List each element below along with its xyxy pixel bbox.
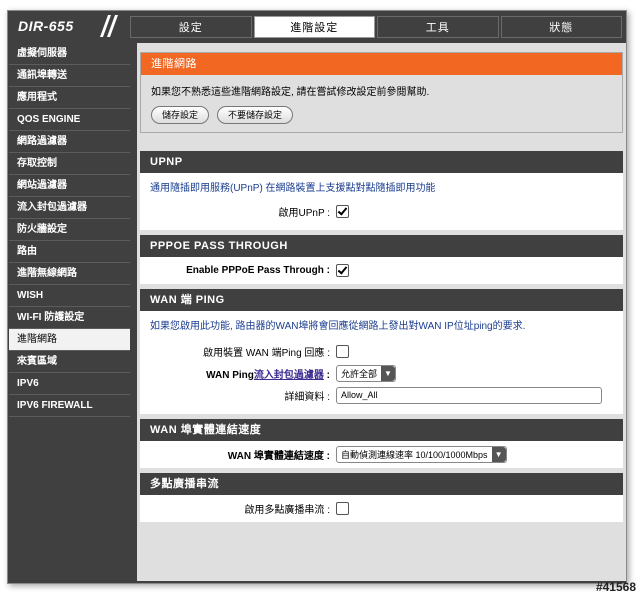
wan-ping-filter-select[interactable]: 允許全部 ▼ bbox=[336, 364, 397, 382]
upnp-section: UPNP 通用隨插即用服務(UPnP) 在網路裝置上支援點對點隨插即用功能 啟用… bbox=[140, 151, 623, 230]
wan-ping-filter-prefix: WAN Ping bbox=[206, 369, 254, 381]
wan-ping-enable-row: 啟用裝置 WAN 端Ping 回應 : bbox=[150, 340, 613, 362]
pppoe-title: PPPOE PASS THROUGH bbox=[140, 235, 623, 257]
multicast-enable-row: 啟用多點廣播串流 : bbox=[150, 497, 613, 519]
pppoe-enable-checkbox[interactable] bbox=[336, 263, 349, 277]
upnp-description: 通用隨插即用服務(UPnP) 在網路裝置上支援點對點隨插即用功能 bbox=[150, 183, 436, 194]
sidebar-item-ipv6[interactable]: IPV6 bbox=[9, 373, 130, 395]
multicast-section: 多點廣播串流 啟用多點廣播串流 : bbox=[140, 473, 623, 522]
sidebar-item-inbound-filter[interactable]: 流入封包過濾器 bbox=[9, 197, 130, 219]
pppoe-section: PPPOE PASS THROUGH Enable PPPoE Pass Thr… bbox=[140, 235, 623, 284]
wan-ping-details-row: 詳細資料 : Allow_All bbox=[150, 384, 613, 406]
wan-ping-filter-value: 允許全部 bbox=[341, 368, 378, 379]
pppoe-enable-label: Enable PPPoE Pass Through : bbox=[186, 264, 330, 276]
tab-tools[interactable]: 工具 bbox=[377, 16, 499, 38]
sidebar-item-qos-engine[interactable]: QOS ENGINE bbox=[9, 109, 130, 131]
save-settings-button[interactable]: 儲存設定 bbox=[151, 106, 210, 124]
dropdown-arrow-icon: ▼ bbox=[491, 446, 506, 462]
sidebar-item-website-filter[interactable]: 網站過濾器 bbox=[9, 175, 130, 197]
upnp-title: UPNP bbox=[140, 151, 623, 173]
wan-speed-label: WAN 埠實體連結速度 : bbox=[227, 450, 330, 462]
intro-body: 如果您不熟悉這些進階網路設定, 請在嘗試修改設定前參閱幫助. 儲存設定 不要儲存設… bbox=[141, 75, 622, 132]
router-window: DIR-655 設定 進階設定 工具 狀態 虛擬伺服器 通訊埠轉送 應用程式 Q… bbox=[7, 10, 627, 584]
top-bar: DIR-655 設定 進階設定 工具 狀態 bbox=[8, 11, 626, 41]
sidebar-item-guest-zone[interactable]: 來賓區域 bbox=[9, 351, 130, 373]
wan-speed-title: WAN 埠實體連結速度 bbox=[140, 419, 623, 441]
wan-speed-value: 自動偵測連線速率 10/100/1000Mbps bbox=[341, 449, 488, 460]
dropdown-arrow-icon: ▼ bbox=[381, 365, 396, 381]
dont-save-button[interactable]: 不要儲存設定 bbox=[217, 106, 294, 124]
pppoe-enable-row: Enable PPPoE Pass Through : bbox=[150, 259, 613, 281]
sidebar-item-port-forwarding[interactable]: 通訊埠轉送 bbox=[9, 65, 130, 87]
inbound-filter-link[interactable]: 流入封包過濾器 bbox=[254, 370, 324, 381]
main-content: 進階網路 如果您不熟悉這些進階網路設定, 請在嘗試修改設定前參閱幫助. 儲存設定… bbox=[137, 43, 626, 581]
wan-speed-section: WAN 埠實體連結速度 WAN 埠實體連結速度 : 自動偵測連線速率 10/10… bbox=[140, 419, 623, 468]
wan-ping-filter-row: WAN Ping流入封包過濾器 : 允許全部 ▼ bbox=[150, 362, 613, 384]
wan-speed-select[interactable]: 自動偵測連線速率 10/100/1000Mbps ▼ bbox=[336, 445, 507, 463]
sidebar-item-wish[interactable]: WISH bbox=[9, 285, 130, 307]
wan-ping-details-label: 詳細資料 : bbox=[284, 391, 330, 403]
wan-ping-details-field[interactable]: Allow_All bbox=[336, 386, 602, 404]
sidebar-item-firewall-settings[interactable]: 防火牆設定 bbox=[9, 219, 130, 241]
multicast-enable-label: 啟用多點廣播串流 : bbox=[244, 504, 330, 516]
tab-advanced[interactable]: 進階設定 bbox=[253, 16, 375, 38]
sidebar-item-network-filter[interactable]: 網路過濾器 bbox=[9, 131, 130, 153]
multicast-enable-checkbox[interactable] bbox=[336, 501, 349, 515]
watermark-id: #41568 bbox=[595, 580, 636, 594]
sidebar: 虛擬伺服器 通訊埠轉送 應用程式 QOS ENGINE 網路過濾器 存取控制 網… bbox=[9, 43, 130, 417]
multicast-body: 啟用多點廣播串流 : bbox=[140, 495, 623, 522]
intro-title: 進階網路 bbox=[141, 53, 622, 75]
intro-text: 如果您不熟悉這些進階網路設定, 請在嘗試修改設定前參閱幫助. bbox=[151, 87, 430, 98]
wan-ping-enable-label: 啟用裝置 WAN 端Ping 回應 : bbox=[203, 347, 330, 359]
sidebar-item-routing[interactable]: 路由 bbox=[9, 241, 130, 263]
wan-ping-enable-checkbox[interactable] bbox=[336, 344, 349, 358]
tab-status[interactable]: 狀態 bbox=[500, 16, 622, 38]
sidebar-item-advanced-wireless[interactable]: 進階無線網路 bbox=[9, 263, 130, 285]
wan-ping-filter-label: WAN Ping流入封包過濾器 : bbox=[150, 366, 336, 381]
tab-setup[interactable]: 設定 bbox=[130, 16, 252, 38]
wan-speed-row: WAN 埠實體連結速度 : 自動偵測連線速率 10/100/1000Mbps ▼ bbox=[150, 443, 613, 465]
sidebar-item-advanced-network[interactable]: 進階網路 bbox=[9, 329, 130, 351]
wan-ping-title: WAN 端 PING bbox=[140, 289, 623, 311]
upnp-body: 通用隨插即用服務(UPnP) 在網路裝置上支援點對點隨插即用功能 啟用UPnP … bbox=[140, 173, 623, 230]
upnp-enable-checkbox[interactable] bbox=[336, 204, 349, 218]
upnp-enable-label: 啟用UPnP : bbox=[278, 207, 331, 219]
brand-logo: DIR-655 bbox=[18, 18, 74, 34]
pppoe-body: Enable PPPoE Pass Through : bbox=[140, 257, 623, 284]
wan-ping-filter-colon: : bbox=[323, 369, 330, 381]
upnp-enable-row: 啟用UPnP : bbox=[150, 200, 613, 222]
wan-ping-body: 如果您啟用此功能, 路由器的WAN埠將會回應從網路上發出對WAN IP位址pin… bbox=[140, 311, 623, 414]
sidebar-item-access-control[interactable]: 存取控制 bbox=[9, 153, 130, 175]
sidebar-item-virtual-server[interactable]: 虛擬伺服器 bbox=[9, 43, 130, 65]
intro-section: 進階網路 如果您不熟悉這些進階網路設定, 請在嘗試修改設定前參閱幫助. 儲存設定… bbox=[140, 52, 623, 133]
sidebar-item-wps[interactable]: WI-FI 防護設定 bbox=[9, 307, 130, 329]
sidebar-item-ipv6-firewall[interactable]: IPV6 FIREWALL bbox=[9, 395, 130, 417]
wan-ping-section: WAN 端 PING 如果您啟用此功能, 路由器的WAN埠將會回應從網路上發出對… bbox=[140, 289, 623, 414]
sidebar-item-application-rules[interactable]: 應用程式 bbox=[9, 87, 130, 109]
wan-ping-description: 如果您啟用此功能, 路由器的WAN埠將會回應從網路上發出對WAN IP位址pin… bbox=[150, 321, 526, 332]
multicast-title: 多點廣播串流 bbox=[140, 473, 623, 495]
main-tabs: 設定 進階設定 工具 狀態 bbox=[130, 16, 624, 38]
wan-speed-body: WAN 埠實體連結速度 : 自動偵測連線速率 10/100/1000Mbps ▼ bbox=[140, 441, 623, 468]
